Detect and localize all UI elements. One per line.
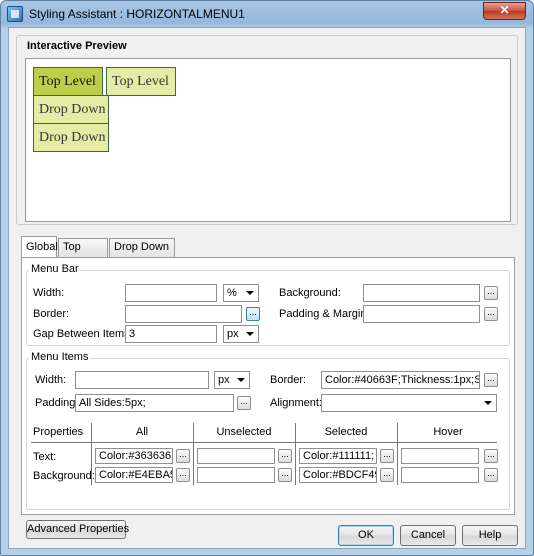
help-button[interactable]: Help xyxy=(462,525,518,546)
menu-bar-width-input[interactable] xyxy=(125,284,217,302)
column-header-unselected: Unselected xyxy=(216,426,272,438)
background-all-input[interactable]: Color:#E4EBA5; xyxy=(95,467,173,483)
chevron-down-icon xyxy=(237,378,245,382)
preview-canvas: Top Level Top Level Drop Down Drop Down xyxy=(25,58,511,222)
menu-bar-width-unit-select[interactable]: % xyxy=(223,284,259,302)
close-button[interactable]: ✕ xyxy=(483,2,526,20)
menu-bar-border-label: Border: xyxy=(33,308,70,320)
ok-button[interactable]: OK xyxy=(338,525,394,546)
menu-items-title: Menu Items xyxy=(29,351,91,363)
menu-items-width-unit-select[interactable]: px xyxy=(214,371,250,389)
text-all-input[interactable]: Color:#363636; xyxy=(95,448,173,464)
window-title: Styling Assistant : HORIZONTALMENU1 xyxy=(29,7,245,21)
menu-bar-padding-margin-label: Padding & Margin: xyxy=(279,308,370,320)
grid-header-divider xyxy=(31,442,497,443)
tab-top-level[interactable]: Top Level xyxy=(58,238,108,270)
chevron-down-icon xyxy=(246,332,254,336)
menu-items-width-input[interactable] xyxy=(75,371,209,389)
gap-unit-select[interactable]: px xyxy=(223,325,259,343)
menu-bar-border-input[interactable] xyxy=(125,305,242,323)
grid-column-divider xyxy=(193,423,194,485)
dialog-client: Interactive Preview Top Level Top Level … xyxy=(8,27,526,549)
column-header-all: All xyxy=(135,426,149,438)
menu-bar-width-unit-value: % xyxy=(227,287,237,299)
menu-items-border-label: Border: xyxy=(270,374,307,386)
text-selected-input[interactable]: Color:#111111; xyxy=(299,448,377,464)
tab-strip: Global Top Level Drop Down xyxy=(21,236,321,270)
text-hover-input[interactable] xyxy=(401,448,479,464)
chevron-down-icon xyxy=(484,401,492,405)
title-bar[interactable]: Styling Assistant : HORIZONTALMENU1 ✕ xyxy=(1,1,533,27)
menu-bar-background-label: Background: xyxy=(279,287,341,299)
background-row-label: Background: xyxy=(33,470,95,482)
text-hover-browse-button[interactable]: ... xyxy=(484,449,498,463)
menu-items-padding-browse-button[interactable]: ... xyxy=(237,396,251,410)
text-selected-browse-button[interactable]: ... xyxy=(380,449,394,463)
text-unselected-browse-button[interactable]: ... xyxy=(278,449,292,463)
preview-top-level-item[interactable]: Top Level xyxy=(106,67,176,96)
menu-items-width-unit-value: px xyxy=(218,374,230,386)
grid-column-divider xyxy=(397,423,398,485)
menu-bar-border-browse-button[interactable]: ... xyxy=(246,307,260,321)
menu-bar-group: Menu Bar Width: % Background: ... Border… xyxy=(26,263,510,346)
tab-global[interactable]: Global xyxy=(21,236,58,258)
preview-title: Interactive Preview xyxy=(27,40,127,52)
grid-column-divider xyxy=(295,423,296,485)
text-unselected-input[interactable] xyxy=(197,448,275,464)
menu-bar-padding-margin-browse-button[interactable]: ... xyxy=(484,307,498,321)
menu-items-padding-input[interactable]: All Sides:5px; xyxy=(75,394,234,412)
preview-top-level-item[interactable]: Top Level xyxy=(33,67,103,96)
text-row-label: Text: xyxy=(33,451,57,463)
chevron-down-icon xyxy=(246,291,254,295)
menu-items-alignment-select[interactable] xyxy=(321,394,497,412)
column-header-properties: Properties xyxy=(33,426,84,438)
background-selected-browse-button[interactable]: ... xyxy=(380,468,394,482)
background-unselected-browse-button[interactable]: ... xyxy=(278,468,292,482)
menu-bar-background-input[interactable] xyxy=(363,284,480,302)
menu-items-padding-label: Padding: xyxy=(35,397,79,409)
advanced-properties-button[interactable]: Advanced Properties xyxy=(26,520,129,539)
background-selected-input[interactable]: Color:#BDCF49; xyxy=(299,467,377,483)
menu-items-group: Menu Items Width: px Border: Color:#4066… xyxy=(26,351,510,510)
background-hover-browse-button[interactable]: ... xyxy=(484,468,498,482)
preview-panel: Interactive Preview Top Level Top Level … xyxy=(16,35,518,225)
app-icon xyxy=(7,6,23,22)
preview-drop-down-item[interactable]: Drop Down xyxy=(33,95,109,124)
global-tab-panel: Menu Bar Width: % Background: ... Border… xyxy=(21,257,515,539)
menu-bar-background-browse-button[interactable]: ... xyxy=(484,286,498,300)
column-header-hover: Hover xyxy=(433,426,463,438)
preview-drop-down-item[interactable]: Drop Down xyxy=(33,123,109,152)
text-all-browse-button[interactable]: ... xyxy=(176,449,190,463)
background-all-browse-button[interactable]: ... xyxy=(176,468,190,482)
gap-between-items-input[interactable]: 3 xyxy=(125,325,217,343)
background-unselected-input[interactable] xyxy=(197,467,275,483)
gap-unit-value: px xyxy=(227,328,239,340)
tab-drop-down[interactable]: Drop Down xyxy=(109,238,175,257)
menu-items-border-input[interactable]: Color:#40663F;Thickness:1px;Style xyxy=(321,371,480,389)
gap-between-items-label: Gap Between Items: xyxy=(33,328,133,340)
menu-items-width-label: Width: xyxy=(35,374,67,386)
background-hover-input[interactable] xyxy=(401,467,479,483)
menu-items-border-browse-button[interactable]: ... xyxy=(484,373,498,387)
cancel-button[interactable]: Cancel xyxy=(400,525,456,546)
menu-bar-width-label: Width: xyxy=(33,287,65,299)
menu-bar-padding-margin-input[interactable] xyxy=(363,305,480,323)
column-header-selected: Selected xyxy=(324,426,368,438)
styling-assistant-window: Styling Assistant : HORIZONTALMENU1 ✕ In… xyxy=(0,0,534,556)
menu-bar-title: Menu Bar xyxy=(29,263,81,275)
menu-items-alignment-label: Alignment: xyxy=(270,397,322,409)
